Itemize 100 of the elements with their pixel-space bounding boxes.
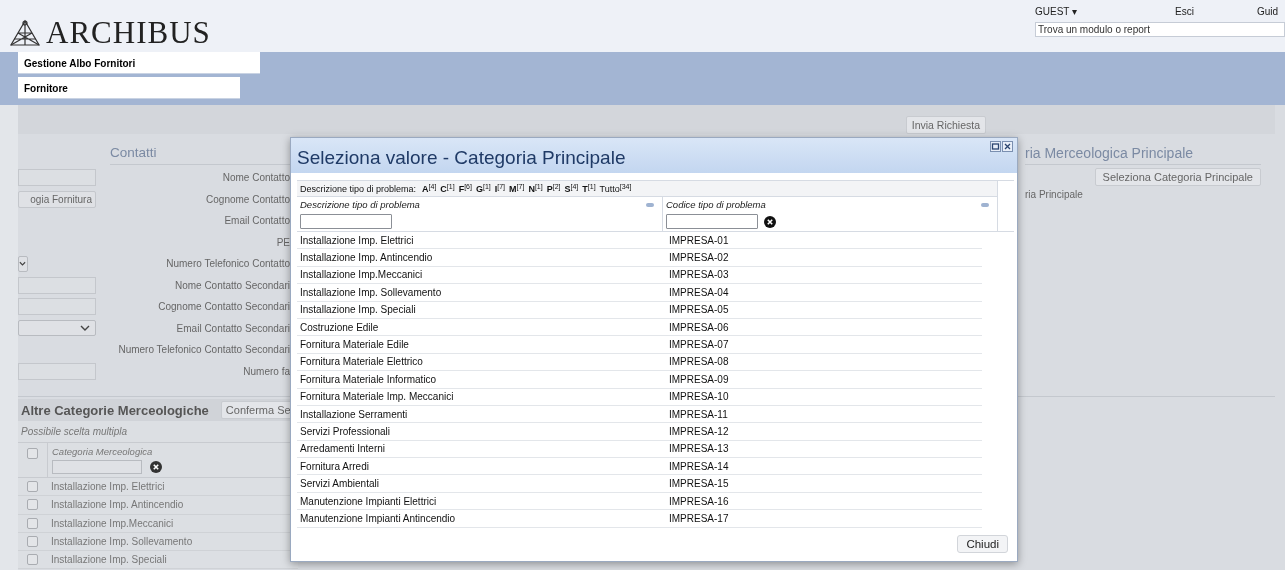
filter-field[interactable]: [300, 214, 392, 229]
index-link[interactable]: N$^{[1]}$: [528, 183, 543, 194]
field-label: ria Principale: [1025, 189, 1084, 200]
checkbox[interactable]: [27, 499, 38, 511]
sort-handle-icon[interactable]: [981, 202, 989, 207]
table-cell[interactable]: IMPRESA-05: [666, 304, 729, 316]
table-cell[interactable]: Costruzione Edile: [297, 321, 666, 333]
field-label: Nome Contatto: [221, 171, 290, 185]
text-field[interactable]: [18, 298, 96, 316]
index-link[interactable]: S$^{[4]}$: [564, 183, 579, 194]
table-cell[interactable]: Fornitura Arredi: [297, 460, 666, 472]
supply-type-button[interactable]: ogia Fornitura: [18, 190, 96, 208]
sort-handle-icon[interactable]: [646, 202, 654, 207]
section-title: Altre Categorie Merceologiche: [21, 402, 209, 418]
field-label: PE: [275, 235, 290, 250]
maximize-icon[interactable]: [990, 141, 1001, 152]
select-category-button[interactable]: Seleziona Categoria Principale: [1094, 168, 1261, 186]
field-label: Email Contatto: [223, 214, 290, 228]
logout-link[interactable]: Esci: [1175, 6, 1257, 17]
table-cell[interactable]: IMPRESA-06: [666, 321, 729, 333]
column-header: Categoria Merceologica: [52, 446, 154, 457]
index-link[interactable]: T$^{[1]}$: [582, 183, 596, 194]
column-header: Codice tipo di problema: [666, 199, 766, 210]
index-label: Descrizione tipo di problema:: [300, 183, 417, 194]
table-cell[interactable]: IMPRESA-11: [666, 408, 728, 420]
table-cell[interactable]: IMPRESA-10: [666, 391, 729, 403]
field-label: Cognome Contatto: [205, 192, 290, 207]
table-cell[interactable]: IMPRESA-09: [666, 373, 729, 385]
table-cell: Installazione Imp. Antincendio: [51, 499, 184, 511]
table-cell: Installazione Imp. Speciali: [51, 554, 167, 566]
logo-icon: [8, 19, 42, 47]
column-header: Descrizione tipo di problema: [300, 199, 420, 210]
table-cell[interactable]: Manutenzione Impianti Antincendio: [297, 512, 666, 524]
table-cell[interactable]: Servizi Ambientali: [297, 478, 666, 490]
breadcrumb-tab[interactable]: Gestione Albo Fornitori: [18, 52, 260, 74]
index-link[interactable]: A$^{[4]}$: [422, 183, 437, 194]
table-cell[interactable]: Installazione Imp.Meccanici: [297, 269, 666, 281]
index-link[interactable]: F$^{[6]}$: [458, 183, 472, 194]
table-cell: Installazione Imp. Sollevamento: [51, 536, 193, 548]
index-link[interactable]: Tutto$^{[34]}$: [599, 183, 632, 194]
checkbox[interactable]: [27, 448, 38, 459]
table-cell[interactable]: Fornitura Materiale Informatico: [297, 373, 666, 385]
close-button[interactable]: Chiudi: [957, 534, 1008, 553]
logo-text: ARCHIBUS: [46, 15, 211, 51]
table-cell[interactable]: Servizi Professionali: [297, 426, 666, 437]
filter-field[interactable]: [666, 214, 758, 229]
dialog-title: Seleziona valore - Categoria Principale: [297, 147, 626, 169]
table-cell[interactable]: Fornitura Materiale Imp. Meccanici: [297, 391, 666, 403]
index-link[interactable]: I$^{[7]}$: [494, 183, 506, 194]
filter-field[interactable]: [52, 460, 142, 474]
table-cell[interactable]: IMPRESA-17: [666, 512, 729, 524]
send-request-button[interactable]: Invia Richiesta: [905, 116, 986, 134]
table-cell[interactable]: IMPRESA-01: [666, 234, 729, 246]
text-field[interactable]: [18, 362, 96, 380]
field-label: Numero fa: [242, 364, 290, 379]
breadcrumb-tab[interactable]: Fornitore: [18, 77, 240, 99]
checkbox[interactable]: [27, 554, 38, 566]
search-field[interactable]: Trova un modulo o report: [1035, 22, 1285, 37]
table-cell[interactable]: Installazione Imp. Elettrici: [297, 234, 666, 246]
clear-icon[interactable]: [764, 215, 776, 228]
chevron-icon: [19, 260, 26, 267]
chevron-icon: [80, 324, 90, 332]
user-menu[interactable]: GUEST ▾: [1035, 6, 1175, 17]
dropdown-field[interactable]: [18, 320, 96, 337]
table-cell[interactable]: Installazione Imp. Sollevamento: [297, 286, 666, 298]
dropdown-field[interactable]: [18, 255, 28, 272]
table-cell[interactable]: IMPRESA-02: [666, 252, 729, 264]
table-cell[interactable]: IMPRESA-14: [666, 460, 729, 472]
checkbox[interactable]: [27, 536, 38, 548]
table-cell[interactable]: Arredamenti Interni: [297, 443, 666, 455]
close-icon[interactable]: [1002, 141, 1013, 152]
table-cell[interactable]: Fornitura Materiale Elettrico: [297, 356, 666, 368]
section-title: ria Merceologica Principale: [1025, 145, 1261, 165]
table-cell[interactable]: Installazione Imp. Antincendio: [297, 252, 666, 264]
field-label: Numero Telefonico Contatto Secondari: [117, 343, 290, 357]
table-cell[interactable]: IMPRESA-07: [666, 339, 729, 351]
table-cell[interactable]: IMPRESA-04: [666, 286, 729, 298]
table-cell[interactable]: IMPRESA-12: [666, 426, 729, 437]
index-link[interactable]: G$^{[1]}$: [475, 183, 491, 194]
table-cell: Installazione Imp. Elettrici: [51, 481, 165, 493]
text-field[interactable]: [18, 169, 96, 187]
table-cell[interactable]: IMPRESA-15: [666, 478, 729, 490]
table-cell[interactable]: Installazione Imp. Speciali: [297, 304, 666, 316]
field-label: Email Contatto Secondari: [175, 321, 290, 336]
table-cell[interactable]: IMPRESA-08: [666, 356, 729, 368]
table-cell[interactable]: Fornitura Materiale Edile: [297, 339, 666, 351]
checkbox[interactable]: [27, 481, 38, 493]
table-cell[interactable]: Manutenzione Impianti Elettrici: [297, 495, 666, 507]
table-cell[interactable]: IMPRESA-03: [666, 269, 729, 281]
table-cell[interactable]: IMPRESA-16: [666, 495, 729, 507]
table-cell[interactable]: Installazione Serramenti: [297, 408, 666, 420]
clear-icon[interactable]: [150, 461, 162, 473]
field-label: Cognome Contatto Secondari: [157, 300, 290, 314]
help-link[interactable]: Guid: [1257, 6, 1279, 17]
index-link[interactable]: C$^{[1]}$: [440, 183, 455, 194]
text-field[interactable]: [18, 276, 96, 294]
index-link[interactable]: M$^{[7]}$: [509, 183, 525, 194]
table-cell[interactable]: IMPRESA-13: [666, 443, 729, 455]
index-link[interactable]: P$^{[2]}$: [546, 183, 561, 194]
checkbox[interactable]: [27, 517, 38, 529]
